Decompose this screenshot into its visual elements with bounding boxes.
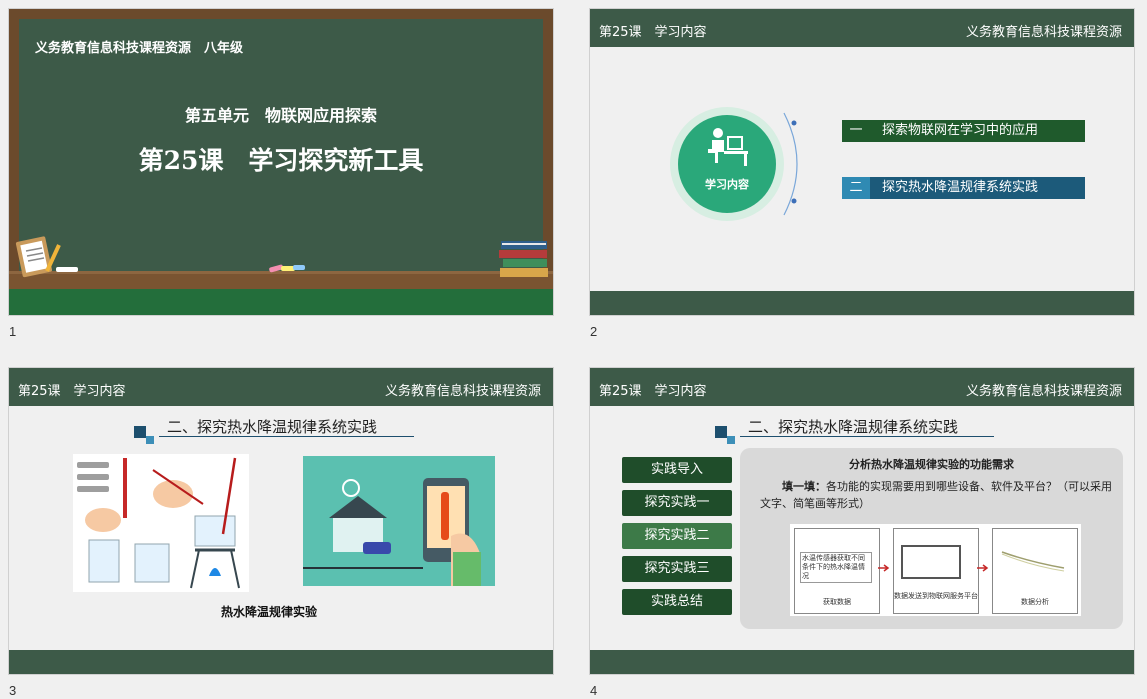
- section-title: 二、探究热水降温规律系统实践: [167, 418, 378, 436]
- toc-item-2-label: 探究热水降温规律系统实践: [882, 180, 1039, 195]
- sensor-note: 水温传感器获取不同条件下的热水降温情况: [800, 552, 872, 583]
- title-square-icon: [134, 426, 146, 438]
- title-square-icon: [715, 426, 727, 438]
- experiment-illustration: [73, 454, 249, 592]
- section-title: 二、探究热水降温规律系统实践: [748, 418, 959, 436]
- slide-number-4: 4: [590, 683, 598, 698]
- step-label-1: 获取数据: [823, 598, 851, 606]
- fill-in-label: 填一填：: [782, 480, 826, 493]
- menu-practice-two[interactable]: 探究实践二: [622, 523, 732, 549]
- header-resource-label: 义务教育信息科技课程资源: [965, 384, 1122, 399]
- toc-item-1-number: 一: [849, 123, 863, 138]
- arrow-right-icon: [878, 564, 890, 572]
- toc-item-1-label: 探索物联网在学习中的应用: [882, 123, 1039, 138]
- slide-footer: [9, 650, 553, 674]
- header-lesson-label: 第25课 学习内容: [18, 384, 126, 399]
- slide-bottom-band: [9, 289, 553, 315]
- title-square-icon: [727, 436, 735, 444]
- books-stack-icon: [499, 241, 548, 277]
- slide-header: 第25课 学习内容 义务教育信息科技课程资源: [590, 368, 1134, 406]
- title-square-icon: [146, 436, 154, 444]
- slide-number-2: 2: [590, 324, 598, 339]
- slide-number-1: 1: [9, 324, 17, 339]
- arc-connector: [783, 112, 798, 216]
- menu-practice-intro[interactable]: 实践导入: [622, 457, 732, 483]
- slide-thumbnail-2[interactable]: 第25课 学习内容 义务教育信息科技课程资源 学习内容 一 探索物联网在学习中的…: [590, 9, 1134, 315]
- center-label: 学习内容: [705, 178, 749, 191]
- menu-practice-three[interactable]: 探究实践三: [622, 556, 732, 582]
- course-resource-label: 义务教育信息科技课程资源 八年级: [35, 41, 244, 56]
- menu-practice-summary[interactable]: 实践总结: [622, 589, 732, 615]
- toc-item-2[interactable]: 二 探究热水降温规律系统实践: [842, 177, 1085, 199]
- slide-footer: [590, 650, 1134, 674]
- step-label-3: 数据分析: [1021, 598, 1049, 606]
- toc-item-1[interactable]: 一 探索物联网在学习中的应用: [842, 120, 1085, 142]
- study-desk-icon: [708, 128, 748, 166]
- menu-practice-one[interactable]: 探究实践一: [622, 490, 732, 516]
- toc-item-2-number: 二: [842, 177, 870, 199]
- slide-header: 第25课 学习内容 义务教育信息科技课程资源: [590, 9, 1134, 47]
- header-lesson-label: 第25课 学习内容: [599, 25, 707, 40]
- iot-house-illustration: [303, 456, 495, 586]
- lesson-title: 第25课 学习探究新工具: [138, 146, 424, 175]
- header-lesson-label: 第25课 学习内容: [599, 384, 707, 399]
- cooling-curve-icon: [1001, 551, 1065, 572]
- header-resource-label: 义务教育信息科技课程资源: [965, 25, 1122, 40]
- slide-thumbnail-1[interactable]: 义务教育信息科技课程资源 八年级 第五单元 物联网应用探索 第25课 学习探究新…: [9, 9, 553, 315]
- slide-thumbnail-3[interactable]: 第25课 学习内容 义务教育信息科技课程资源 二、探究热水降温规律系统实践 热水…: [9, 368, 553, 674]
- slide-header: 第25课 学习内容 义务教育信息科技课程资源: [9, 368, 553, 406]
- step-label-2: 数据发送到物联网服务平台: [894, 592, 978, 600]
- slide-number-3: 3: [9, 683, 17, 698]
- image-caption: 热水降温规律实验: [221, 605, 318, 619]
- header-resource-label: 义务教育信息科技课程资源: [384, 384, 541, 399]
- slide-footer: [590, 291, 1134, 315]
- slide-thumbnail-4[interactable]: 第25课 学习内容 义务教育信息科技课程资源 二、探究热水降温规律系统实践 实践…: [590, 368, 1134, 674]
- colored-chalk-icon: [269, 264, 305, 273]
- fill-in-prompt: 填一填：各功能的实现需要用到哪些设备、软件及平台？（可以采用文字、简笔画等形式）: [760, 478, 1112, 512]
- unit-title: 第五单元 物联网应用探索: [184, 106, 377, 125]
- arrow-right-icon: [977, 564, 989, 572]
- chalk-icon: [56, 267, 78, 272]
- monitor-icon: [901, 545, 961, 579]
- panel-title: 分析热水降温规律实验的功能需求: [849, 458, 1014, 471]
